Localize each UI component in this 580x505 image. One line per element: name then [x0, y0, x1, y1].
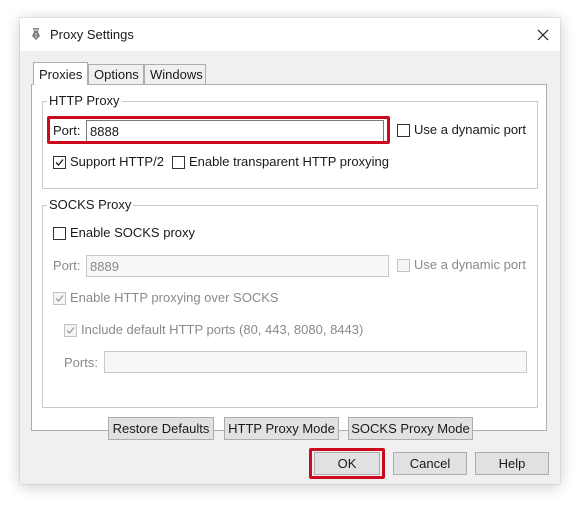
http-proxy-mode-button[interactable]: HTTP Proxy Mode — [224, 417, 339, 440]
socks-port-label: Port: — [53, 258, 81, 273]
http-proxy-group-label: HTTP Proxy — [47, 93, 122, 109]
ports-input[interactable] — [104, 351, 527, 373]
socks-port-input[interactable] — [86, 255, 389, 277]
checkmark-icon — [66, 327, 75, 334]
enable-socks-label: Enable SOCKS proxy — [70, 225, 196, 240]
cancel-button[interactable]: Cancel — [393, 452, 467, 475]
http-proxy-group: HTTP Proxy — [42, 93, 538, 189]
socks-dynamic-port-label: Use a dynamic port — [414, 257, 526, 272]
restore-defaults-button[interactable]: Restore Defaults — [108, 417, 214, 440]
ports-label: Ports: — [64, 355, 98, 370]
http-dynamic-port-label: Use a dynamic port — [414, 122, 526, 137]
transparent-proxy-checkbox[interactable] — [172, 156, 185, 169]
socks-proxy-group-label: SOCKS Proxy — [47, 197, 134, 213]
ok-button[interactable]: OK — [314, 452, 380, 475]
tab-proxies[interactable]: Proxies — [33, 62, 88, 85]
title-bar: Proxy Settings — [20, 18, 560, 51]
socks-dynamic-port-checkbox[interactable] — [397, 259, 410, 272]
http-over-socks-label: Enable HTTP proxying over SOCKS — [70, 290, 279, 305]
checkmark-icon — [55, 159, 64, 166]
help-button[interactable]: Help — [475, 452, 549, 475]
http-port-label: Port: — [53, 123, 81, 138]
default-ports-checkbox[interactable] — [64, 324, 77, 337]
transparent-proxy-label: Enable transparent HTTP proxying — [189, 154, 389, 169]
socks-proxy-mode-button[interactable]: SOCKS Proxy Mode — [348, 417, 473, 440]
http2-checkbox[interactable] — [53, 156, 66, 169]
http-port-input[interactable] — [86, 120, 384, 142]
close-button[interactable] — [526, 18, 560, 51]
http-over-socks-checkbox[interactable] — [53, 292, 66, 305]
tab-options[interactable]: Options — [88, 64, 144, 84]
enable-socks-checkbox[interactable] — [53, 227, 66, 240]
close-icon — [537, 29, 549, 40]
window-title: Proxy Settings — [50, 27, 134, 42]
default-ports-label: Include default HTTP ports (80, 443, 808… — [81, 322, 364, 337]
fiddler-icon — [29, 27, 43, 41]
checkmark-icon — [55, 295, 64, 302]
proxies-panel: HTTP Proxy Port: Use a dynamic port Supp… — [31, 84, 547, 440]
http-dynamic-port-checkbox[interactable] — [397, 124, 410, 137]
tab-windows[interactable]: Windows — [144, 64, 206, 84]
http2-label: Support HTTP/2 — [70, 154, 164, 169]
proxy-settings-dialog: Proxy Settings Proxies Options Windows H… — [20, 18, 560, 484]
